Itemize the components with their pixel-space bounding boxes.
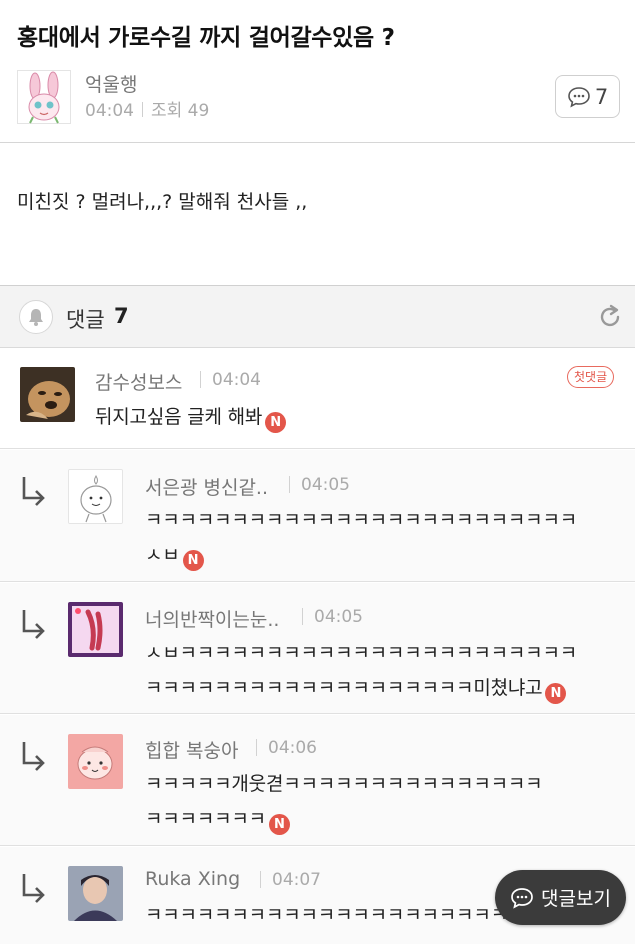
new-badge: N: [182, 550, 204, 571]
new-badge: N: [545, 683, 567, 704]
comment-text-line: ㅋㅋㅋㅋㅋㅋㅋㅋㅋㅋㅋㅋㅋㅋㅋㅋㅋㅋㅋㅋㅋㅋㅋㅋㅋ: [145, 509, 578, 531]
comment-time: 04:05: [301, 475, 350, 495]
commenter-avatar[interactable]: [68, 469, 123, 524]
comment-text-line: ㅋㅋㅋㅋㅋㅋㅋㅋㅋㅋㅋㅋㅋㅋㅋㅋㅋㅋㅋ미쳤냐고 N: [145, 671, 577, 706]
comment-time: 04:05: [314, 607, 363, 627]
post-header: 홍대에서 가로수길 까지 걸어갈수있음 ? 억울행 04:04 조회 49 7: [0, 0, 635, 143]
meta-divider: [260, 871, 261, 888]
commenter-avatar[interactable]: [68, 602, 123, 657]
comment-text-line: ㅋㅋㅋㅋㅋㅋㅋ N: [145, 802, 542, 837]
commenter-name[interactable]: 서은광 병신같..: [145, 473, 268, 500]
comments-header-count: 7: [114, 304, 129, 328]
post-time: 04:04: [85, 101, 134, 121]
reply-arrow-icon: [22, 742, 45, 771]
commenter-avatar[interactable]: [68, 734, 123, 789]
view-comments-button[interactable]: 댓글보기: [495, 870, 626, 925]
meta-divider: [289, 476, 290, 493]
post-views: 조회 49: [151, 101, 210, 121]
reply-comment: 서은광 병신같.. 04:05 ㅋㅋㅋㅋㅋㅋㅋㅋㅋㅋㅋㅋㅋㅋㅋㅋㅋㅋㅋㅋㅋㅋㅋㅋ…: [0, 450, 635, 582]
comment-text-fragment: ㅋㅋㅋㅋㅋㅋㅋㅋㅋㅋㅋㅋㅋㅋㅋㅋㅋㅋㅋ미쳤냐고: [145, 677, 543, 699]
author-name[interactable]: 억울행: [85, 70, 137, 97]
comment-text: ㅋㅋㅋㅋㅋ개웃겯ㅋㅋㅋㅋㅋㅋㅋㅋㅋㅋㅋㅋㅋㅋㅋ ㅋㅋㅋㅋㅋㅋㅋ N: [145, 767, 543, 837]
purple-frame-avatar-icon: [68, 602, 123, 657]
speech-bubble-icon: [511, 887, 533, 909]
commenter-avatar[interactable]: [20, 367, 75, 422]
post-body: [0, 144, 635, 286]
reply-comment: 너의반짝이는눈.. 04:05 ㅅㅂㅋㅋㅋㅋㅋㅋㅋㅋㅋㅋㅋㅋㅋㅋㅋㅋㅋㅋㅋㅋㅋㅋ…: [0, 583, 635, 714]
post-title: 홍대에서 가로수길 까지 걸어갈수있음 ?: [17, 25, 395, 51]
comment-text: ㅅㅂㅋㅋㅋㅋㅋㅋㅋㅋㅋㅋㅋㅋㅋㅋㅋㅋㅋㅋㅋㅋㅋㅋㅋ ㅋㅋㅋㅋㅋㅋㅋㅋㅋㅋㅋㅋㅋㅋ…: [145, 636, 577, 706]
commenter-avatar[interactable]: [68, 866, 123, 921]
comments-header-label: 댓글: [66, 308, 105, 332]
comment-text-line: ㅅㅂ N: [145, 538, 577, 573]
commenter-name[interactable]: 감수성보스: [95, 368, 182, 395]
reply-comment: 힙합 복숭아 04:06 ㅋㅋㅋㅋㅋ개웃겯ㅋㅋㅋㅋㅋㅋㅋㅋㅋㅋㅋㅋㅋㅋㅋ ㅋㅋㅋ…: [0, 715, 635, 846]
comment-text-fragment: ㅋㅋㅋㅋㅋㅋㅋ: [145, 808, 266, 830]
comment-text-line: ㅅㅂㅋㅋㅋㅋㅋㅋㅋㅋㅋㅋㅋㅋㅋㅋㅋㅋㅋㅋㅋㅋㅋㅋㅋ: [145, 642, 578, 664]
commenter-name[interactable]: Ruka Xing: [145, 868, 240, 890]
comment-text-line: 뒤지고싶음 글케 해봐: [95, 406, 263, 428]
meta-divider: [142, 102, 143, 117]
comment-count-button[interactable]: 7: [555, 75, 620, 118]
commenter-name[interactable]: 너의반짝이는눈..: [145, 605, 279, 632]
dog-photo-avatar-icon: [20, 367, 75, 422]
bunny-avatar-icon: [28, 71, 60, 124]
author-avatar[interactable]: [17, 70, 71, 124]
bell-icon: [29, 309, 43, 326]
comment-text-fragment: ㅅㅂ: [145, 544, 180, 566]
post-meta: 04:04 조회 49: [85, 96, 209, 121]
meta-divider: [256, 739, 257, 756]
peach-character-pink-avatar-icon: [68, 734, 123, 789]
comment: 감수성보스 04:04 뒤지고싶음 글케 해봐 N: [0, 349, 635, 449]
refresh-icon: [600, 304, 620, 327]
comment-time: 04:07: [272, 870, 321, 890]
peach-character-avatar-icon: [69, 470, 122, 523]
speech-bubble-icon: [568, 86, 590, 108]
meta-divider: [200, 371, 201, 388]
comment-text-line: ㅋㅋㅋㅋㅋ개웃겯ㅋㅋㅋㅋㅋㅋㅋㅋㅋㅋㅋㅋㅋㅋㅋ: [145, 773, 543, 795]
comment-time: 04:06: [268, 738, 317, 758]
notification-button[interactable]: [19, 300, 53, 334]
comment-text: ㅋㅋㅋㅋㅋㅋㅋㅋㅋㅋㅋㅋㅋㅋㅋㅋㅋㅋㅋㅋㅋㅋㅋㅋㅋ ㅅㅂ N: [145, 503, 577, 573]
commenter-name[interactable]: 힙합 복숭아: [145, 736, 238, 763]
comment-text: 뒤지고싶음 글케 해봐 N: [95, 400, 287, 435]
reply-arrow-icon: [22, 477, 45, 506]
meta-divider: [302, 608, 303, 625]
post-body-text: 미친짓 ? 멀려나,,,? 말해줘 천사들 ,,: [17, 191, 308, 213]
first-comment-badge: 첫댓글: [567, 366, 615, 388]
comment-count: 7: [594, 84, 609, 109]
view-comments-label: 댓글보기: [541, 888, 611, 910]
reply-arrow-icon: [22, 610, 45, 639]
comments-header: 댓글 7: [0, 285, 635, 348]
reply-arrow-icon: [22, 874, 45, 903]
comment-time: 04:04: [212, 370, 261, 390]
refresh-button[interactable]: [596, 303, 624, 331]
person-photo-avatar-icon: [68, 866, 123, 921]
new-badge: N: [268, 814, 290, 835]
comment-text-line: ㅋㅋㅋㅋㅋㅌㅌㅌㅌㅌㅋㅋㅋㅋㅋㅌㅌㅌㅌㅌㅋㅋㅋㅋㅋ: [145, 933, 577, 944]
new-badge: N: [265, 412, 287, 433]
